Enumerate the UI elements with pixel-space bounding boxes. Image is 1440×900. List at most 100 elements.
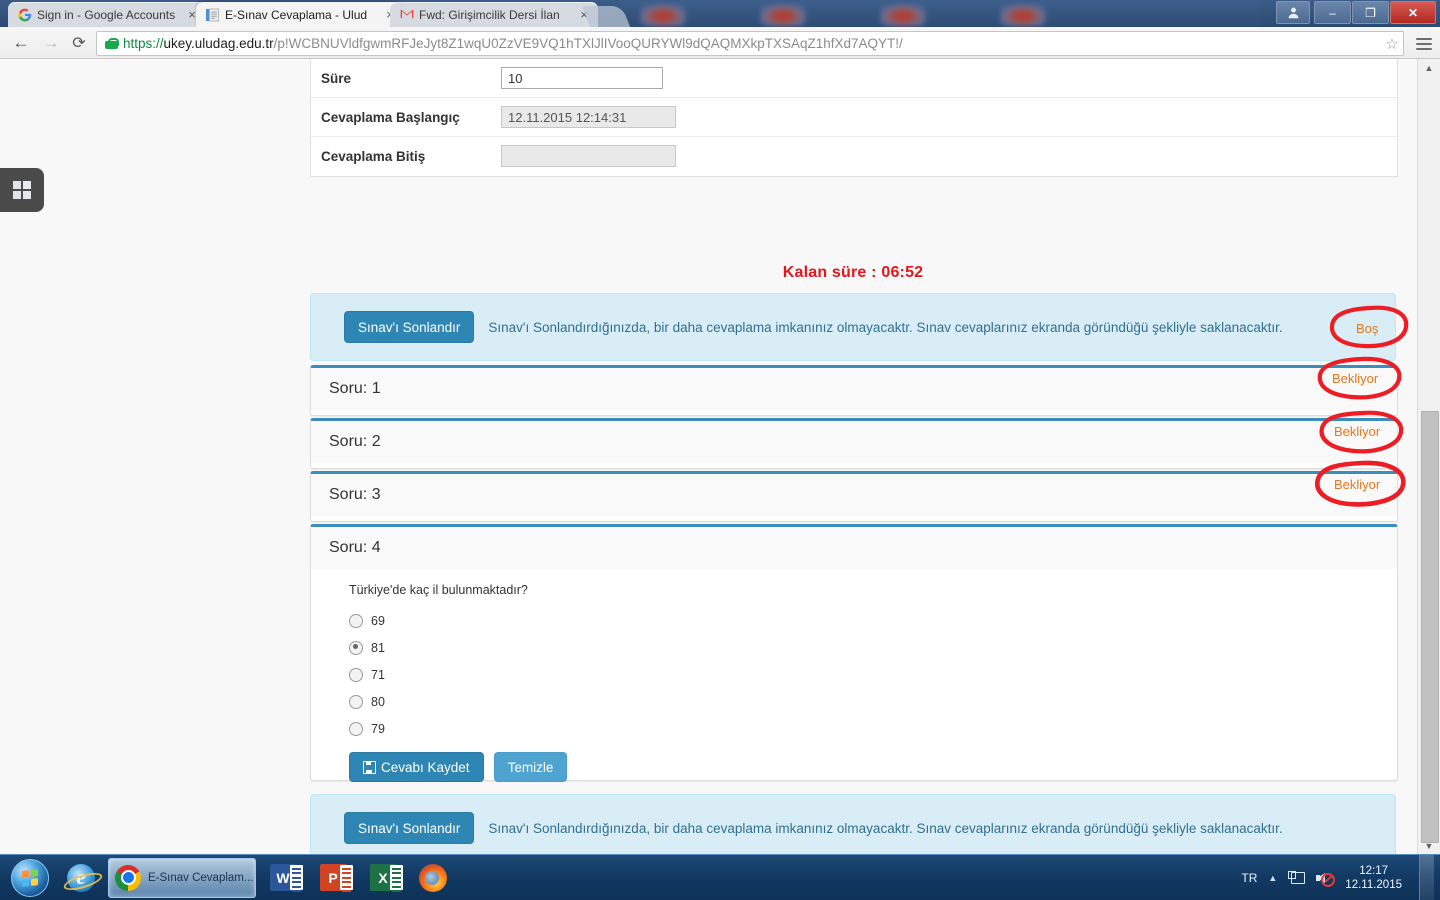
mozilla-firefox-icon [419,863,447,892]
clock-time: 12:17 [1359,864,1389,877]
question-title-1: Soru: 1 [329,380,381,397]
scroll-down-arrow-icon[interactable]: ▼ [1418,837,1440,855]
radio-icon-69[interactable] [349,613,363,628]
form-control-baslangic [501,106,676,128]
floating-app-widget[interactable] [0,168,44,212]
scroll-up-arrow-icon[interactable]: ▲ [1418,59,1440,77]
taskbar-item-google-chrome[interactable]: E-Sınav Cevaplam... [108,857,256,898]
form-control-sure [501,67,663,89]
finish-exam-message-top: Sınav'ı Sonlandırdığınızda, bir daha cev… [488,319,1283,335]
browser-tab-google-signin[interactable]: Sign in - Google Accounts × [8,2,206,27]
option-label-81: 81 [371,640,385,655]
close-window-button[interactable]: ✕ [1390,1,1436,24]
forward-button[interactable]: → [40,32,62,54]
question-text-4: Türkiye'de kaç il bulunmaktadır? [349,583,528,597]
show-desktop-button[interactable] [1419,855,1434,900]
reload-icon: ⟳ [72,35,86,52]
language-indicator[interactable]: TR [1241,871,1257,885]
option-row-69[interactable]: 69 [349,607,1397,634]
finish-exam-button-bottom[interactable]: Sınav'ı Sonlandır [344,812,475,844]
radio-icon-71[interactable] [349,667,363,682]
option-row-81[interactable]: 81 [349,634,1397,661]
option-label-79: 79 [371,721,385,736]
save-answer-label: Cevabı Kaydet [381,759,470,775]
document-icon [206,8,220,22]
taskbar-clock[interactable]: 12:17 12.11.2015 [1345,864,1408,892]
tab-strip: Sign in - Google Accounts × E-Sınav Ceva… [0,0,1440,27]
redacted-tab[interactable] [640,4,686,26]
redacted-tab[interactable] [1000,4,1046,26]
taskbar-item-microsoft-powerpoint[interactable]: P [310,859,356,897]
redacted-tab[interactable] [760,4,806,26]
maximize-button[interactable]: ❐ [1352,1,1389,24]
tab-title: Sign in - Google Accounts [37,7,176,22]
question-panel-1[interactable]: Soru: 1 [310,365,1398,416]
minimize-button[interactable]: – [1314,1,1351,24]
radio-icon-79[interactable] [349,721,363,736]
sure-input[interactable] [501,67,663,89]
question-status-3: Bekliyor [1334,424,1381,439]
finish-exam-alert-top: Sınav'ı Sonlandır Sınav'ı Sonlandırdığın… [310,293,1396,361]
cevaplama-baslangic-input [501,106,676,128]
option-row-80[interactable]: 80 [349,688,1397,715]
back-button[interactable]: ← [10,32,32,54]
floppy-disk-icon [363,760,376,774]
internet-explorer-icon: e [67,863,95,892]
browser-tab-gmail[interactable]: Fwd: Girişimcilik Dersi İlan × [390,2,598,27]
vertical-scrollbar[interactable]: ▲ ▼ [1417,59,1440,855]
chrome-menu-icon[interactable] [1416,35,1432,53]
option-row-79[interactable]: 79 [349,715,1397,742]
option-label-80: 80 [371,694,385,709]
url-text: https://ukey.uludag.edu.tr/p!WCBNUVldfgw… [123,36,1381,51]
browser-window: Sign in - Google Accounts × E-Sınav Ceva… [0,0,1440,855]
start-button[interactable] [4,858,56,898]
question-title-3: Soru: 3 [329,486,381,503]
question-header-3: Soru: 3 [311,474,1397,516]
option-row-71[interactable]: 71 [349,661,1397,688]
redacted-tab[interactable] [880,4,926,26]
windows-start-orb-icon [11,858,49,897]
form-row-bitis: Cevaplama Bitiş [311,137,1397,175]
window-controls: – ❐ ✕ [1276,1,1436,24]
network-icon[interactable] [1288,870,1306,885]
system-tray: TR ▲ 12:17 12.11.2015 [1241,855,1440,900]
browser-toolbar: ← → ⟳ https://ukey.uludag.edu.tr/p!WCBNU… [0,27,1440,59]
scrollbar-thumb[interactable] [1421,411,1439,843]
question-panel-3[interactable]: Soru: 3 [310,471,1398,522]
taskbar-item-mozilla-firefox[interactable] [410,859,456,897]
save-answer-button[interactable]: Cevabı Kaydet [349,752,484,782]
finish-exam-alert-bottom: Sınav'ı Sonlandır Sınav'ı Sonlandırdığın… [310,794,1396,855]
clear-answer-button[interactable]: Temizle [493,752,568,782]
form-label-sure: Süre [321,70,352,86]
radio-icon-81[interactable] [349,640,363,655]
radio-icon-80[interactable] [349,694,363,709]
forward-arrow-icon: → [42,33,60,52]
exam-info-panel: Süre Cevaplama Başlangıç Cevaplama Bitiş [310,59,1398,177]
taskbar-item-microsoft-excel[interactable]: X [360,859,406,897]
show-hidden-icons-icon[interactable]: ▲ [1268,873,1277,883]
volume-muted-icon[interactable] [1316,870,1336,887]
question-header-2: Soru: 2 [311,421,1397,463]
form-row-sure: Süre [311,59,1397,98]
maximize-icon: ❐ [1365,5,1376,20]
reload-button[interactable]: ⟳ [68,32,90,54]
question-status-1: Boş [1356,321,1379,336]
windows-taskbar: e E-Sınav Cevaplam... W P X TR ▲ 12:17 1… [0,854,1440,900]
clock-date: 12.11.2015 [1345,878,1402,891]
user-profile-icon[interactable] [1276,1,1310,24]
bookmark-star-icon[interactable]: ☆ [1381,35,1403,53]
browser-tab-esinav[interactable]: E-Sınav Cevaplama - Ulud × [196,2,404,27]
form-row-baslangic: Cevaplama Başlangıç [311,98,1397,137]
taskbar-item-microsoft-word[interactable]: W [260,859,306,897]
question-panel-2[interactable]: Soru: 2 [310,418,1398,469]
taskbar-item-label: E-Sınav Cevaplam... [148,871,254,884]
page-viewport: Süre Cevaplama Başlangıç Cevaplama Bitiş… [0,59,1440,855]
question-panel-4[interactable]: Soru: 4 Türkiye'de kaç il bulunmaktadır?… [310,524,1398,782]
address-bar[interactable]: https://ukey.uludag.edu.tr/p!WCBNUVldfgw… [96,31,1404,56]
taskbar-item-internet-explorer[interactable]: e [58,859,104,897]
remaining-time-label: Kalan süre : 06:52 [782,264,924,281]
finish-exam-button-top[interactable]: Sınav'ı Sonlandır [344,311,475,343]
url-host: ukey.uludag.edu.tr [163,36,274,51]
google-icon [18,8,32,22]
question-actions-4: Cevabı Kaydet Temizle [349,752,1397,782]
